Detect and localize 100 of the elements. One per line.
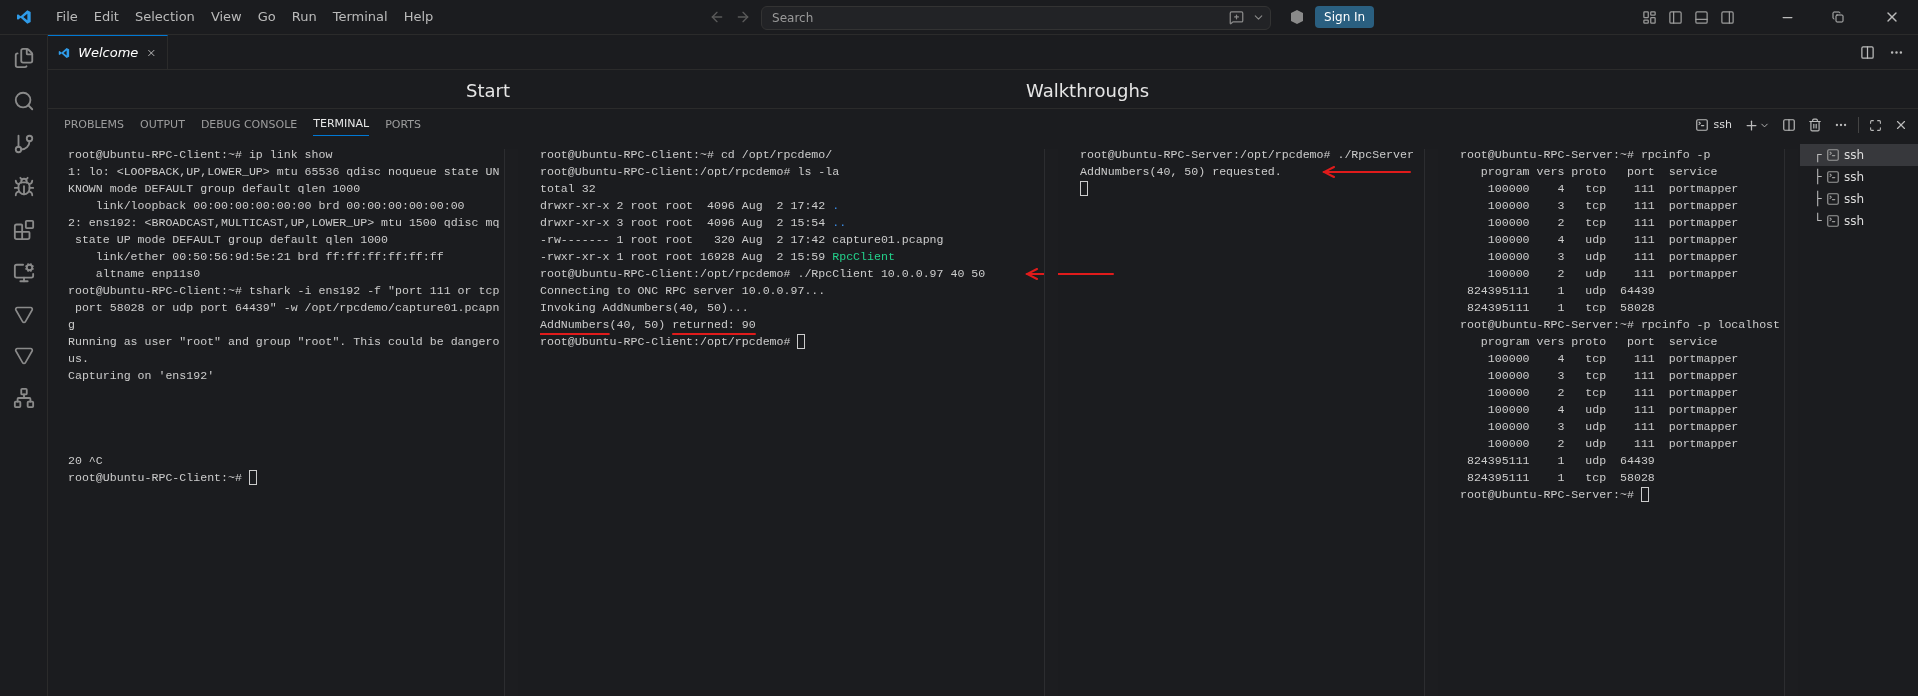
terminal-line: 20 ^C [68,453,103,469]
terminal-line: 100000 2 udp 111 portmapper [1486,266,1739,282]
split-terminal-icon[interactable] [1782,118,1796,132]
terminal-line: drwxr-xr-x 2 root root 4096 Aug 2 17:42 . [540,198,840,214]
extensions-icon[interactable] [12,219,35,241]
maximize-panel-icon[interactable] [1869,118,1882,132]
restore-icon[interactable] [1832,11,1844,23]
terminal-icon [1826,192,1840,206]
editor-tab[interactable]: Welcome [48,35,168,69]
menu-item[interactable]: Run [283,7,325,27]
panel-left-icon[interactable] [1668,9,1683,25]
terminal-line: Connecting to ONC RPC server 10.0.0.97... [540,283,826,299]
explorer-icon[interactable] [12,47,35,69]
terminal-line: 824395111 1 tcp 58028 [1465,300,1655,316]
panel-bottom-icon[interactable] [1694,9,1709,25]
panel-tab[interactable]: DEBUG CONSOLE [200,114,298,136]
terminal-line: link/loopback 00:00:00:00:00:00 brd 00:00:00:00:00:00 [94,198,465,214]
terminal-line: root@Ubuntu-RPC-Server:~# [1460,487,1635,503]
terminal-line: total 32 [540,181,596,197]
panel-right-icon[interactable] [1720,9,1735,25]
sign-in-button[interactable]: Sign In [1315,6,1375,28]
menu-item[interactable]: File [48,7,86,27]
menu-item[interactable]: Terminal [324,7,396,27]
panel-tab[interactable]: PORTS [385,114,421,136]
terminal-icon [1826,214,1840,228]
terminal-line: root@Ubuntu-RPC-Client:~# ip link show [68,147,333,163]
terminal-line: program vers proto port service [1479,164,1718,180]
terminal-line: root@Ubuntu-RPC-Client:/opt/rpcdemo# ls -la [540,164,840,180]
terminal-line: us. [68,351,89,367]
terminal-profile[interactable]: ssh [1694,116,1732,134]
terminal-line: -rw------- 1 root root 320 Aug 2 17:42 capture01.pcapng [540,232,944,248]
close-panel-icon[interactable] [1894,118,1908,132]
terminal-line: 100000 4 udp 111 portmapper [1486,232,1739,248]
panel-tab[interactable]: TERMINAL [313,114,370,136]
terminal-line: 100000 3 udp 111 portmapper [1486,419,1739,435]
terminal-line: 824395111 1 udp 64439 [1465,453,1655,469]
terminal-line: Running as user "root" and group "root". This could be dangero [68,334,500,350]
terminal-line: 100000 3 udp 111 portmapper [1486,249,1739,265]
terminal-line: 100000 4 udp 111 portmapper [1486,402,1739,418]
terminal-line: -rwxr-xr-x 1 root root 16928 Aug 2 15:59 RpcClient [540,249,895,265]
terminal-line: 100000 2 tcp 111 portmapper [1486,215,1739,231]
remote-explorer-icon[interactable] [12,262,35,284]
terminal-line: root@Ubuntu-RPC-Server:/opt/rpcdemo# ./RpcServer [1080,147,1414,163]
terminal-line: root@Ubuntu-RPC-Client:/opt/rpcdemo# ./RpcClient 10.0.0.97 40 50 [540,266,986,282]
terminal-icon [1826,170,1840,184]
trash-icon[interactable] [1808,118,1822,132]
terminal-line: 100000 4 tcp 111 portmapper [1486,181,1739,197]
terminal-line: drwxr-xr-x 3 root root 4096 Aug 2 15:54 .. [540,215,847,231]
terminal-line: Invoking AddNumbers(40, 50)... [540,300,749,316]
terminal-line: root@Ubuntu-RPC-Server:~# rpcinfo -p localhost [1460,317,1781,333]
terminal-line: 100000 4 tcp 111 portmapper [1486,351,1739,367]
terminal-list-item[interactable]: ├ ssh [1800,166,1918,188]
terminal-line: 100000 3 tcp 111 portmapper [1486,368,1739,384]
search-field[interactable]: Search [761,6,1272,30]
menu-item[interactable]: Help [395,7,442,27]
terminal-line: 100000 2 udp 111 portmapper [1486,436,1739,452]
terminal-line: root@Ubuntu-RPC-Client:~# cd /opt/rpcdemo/ [540,147,833,163]
terminal-line: 824395111 1 tcp 58028 [1465,470,1655,486]
new-terminal-icon[interactable] [1744,117,1759,133]
terminal-line: program vers proto port service [1479,334,1718,350]
terminal-line: state UP mode DEFAULT group default qlen 1000 [73,232,389,248]
terminal-icon [1826,148,1840,162]
source-control-icon[interactable] [12,133,35,155]
terminal-line: root@Ubuntu-RPC-Client:/opt/rpcdemo# [540,334,792,350]
chat-icon[interactable] [1229,10,1245,25]
terminal-line: port 58028 or udp port 64439" -w /opt/rpcdemo/capture01.pcapn [73,300,500,316]
terminal-line: g [68,317,75,333]
menu-item[interactable]: Selection [126,7,203,27]
search-icon[interactable] [12,90,35,112]
panel-tab[interactable]: PROBLEMS [64,114,125,136]
welcome-heading: Start [466,80,510,102]
terminal-line: KNOWN mode DEFAULT group default qlen 1000 [68,181,361,197]
terminal-list-item[interactable]: ├ ssh [1800,188,1918,210]
terminal-line: 100000 2 tcp 111 portmapper [1486,385,1739,401]
menu-item[interactable]: Go [249,7,284,27]
terminal-line: root@Ubuntu-RPC-Client:~# [68,470,243,486]
terminal-line: 1: lo: <LOOPBACK,UP,LOWER_UP> mtu 65536 qdisc noqueue state UN [68,164,500,180]
terminal-list-item[interactable]: ┌ ssh [1800,144,1918,166]
terminal-line: root@Ubuntu-RPC-Server:~# rpcinfo -p [1460,147,1711,163]
panel-tab[interactable]: OUTPUT [140,114,185,136]
terminal-line: 2: ens192: <BROADCAST,MULTICAST,UP,LOWER_UP> mtu 1500 qdisc mq [68,215,500,231]
terminal-line: root@Ubuntu-RPC-Client:~# tshark -i ens192 -f "port 111 or tcp [68,283,500,299]
diagram-icon[interactable] [12,387,35,409]
terminal-line: link/ether 00:50:56:9d:5e:21 brd ff:ff:ff:ff:ff:ff [94,249,444,265]
terminal-line: altname enp11s0 [94,266,201,282]
vscode-logo-icon [16,9,32,25]
terminal-list-item[interactable]: └ ssh [1800,210,1918,232]
split-editor-icon[interactable] [1860,44,1875,60]
terminal-line: 824395111 1 udp 64439 [1465,283,1655,299]
terminal-line: Capturing on 'ens192' [68,368,215,384]
menu-item[interactable]: View [202,7,250,27]
accounts-icon[interactable] [1289,9,1306,25]
layout-icon[interactable] [1642,9,1657,25]
terminal-line: AddNumbers(40, 50) returned: 90 [540,317,756,333]
run-debug-icon[interactable] [12,176,35,198]
terminal-line: AddNumbers(40, 50) requested. [1080,164,1282,180]
menu-item[interactable]: Edit [85,7,127,27]
terminal-line: 100000 3 tcp 111 portmapper [1486,198,1739,214]
terminal-icon [1694,118,1709,132]
welcome-heading: Walkthroughs [1026,80,1150,102]
